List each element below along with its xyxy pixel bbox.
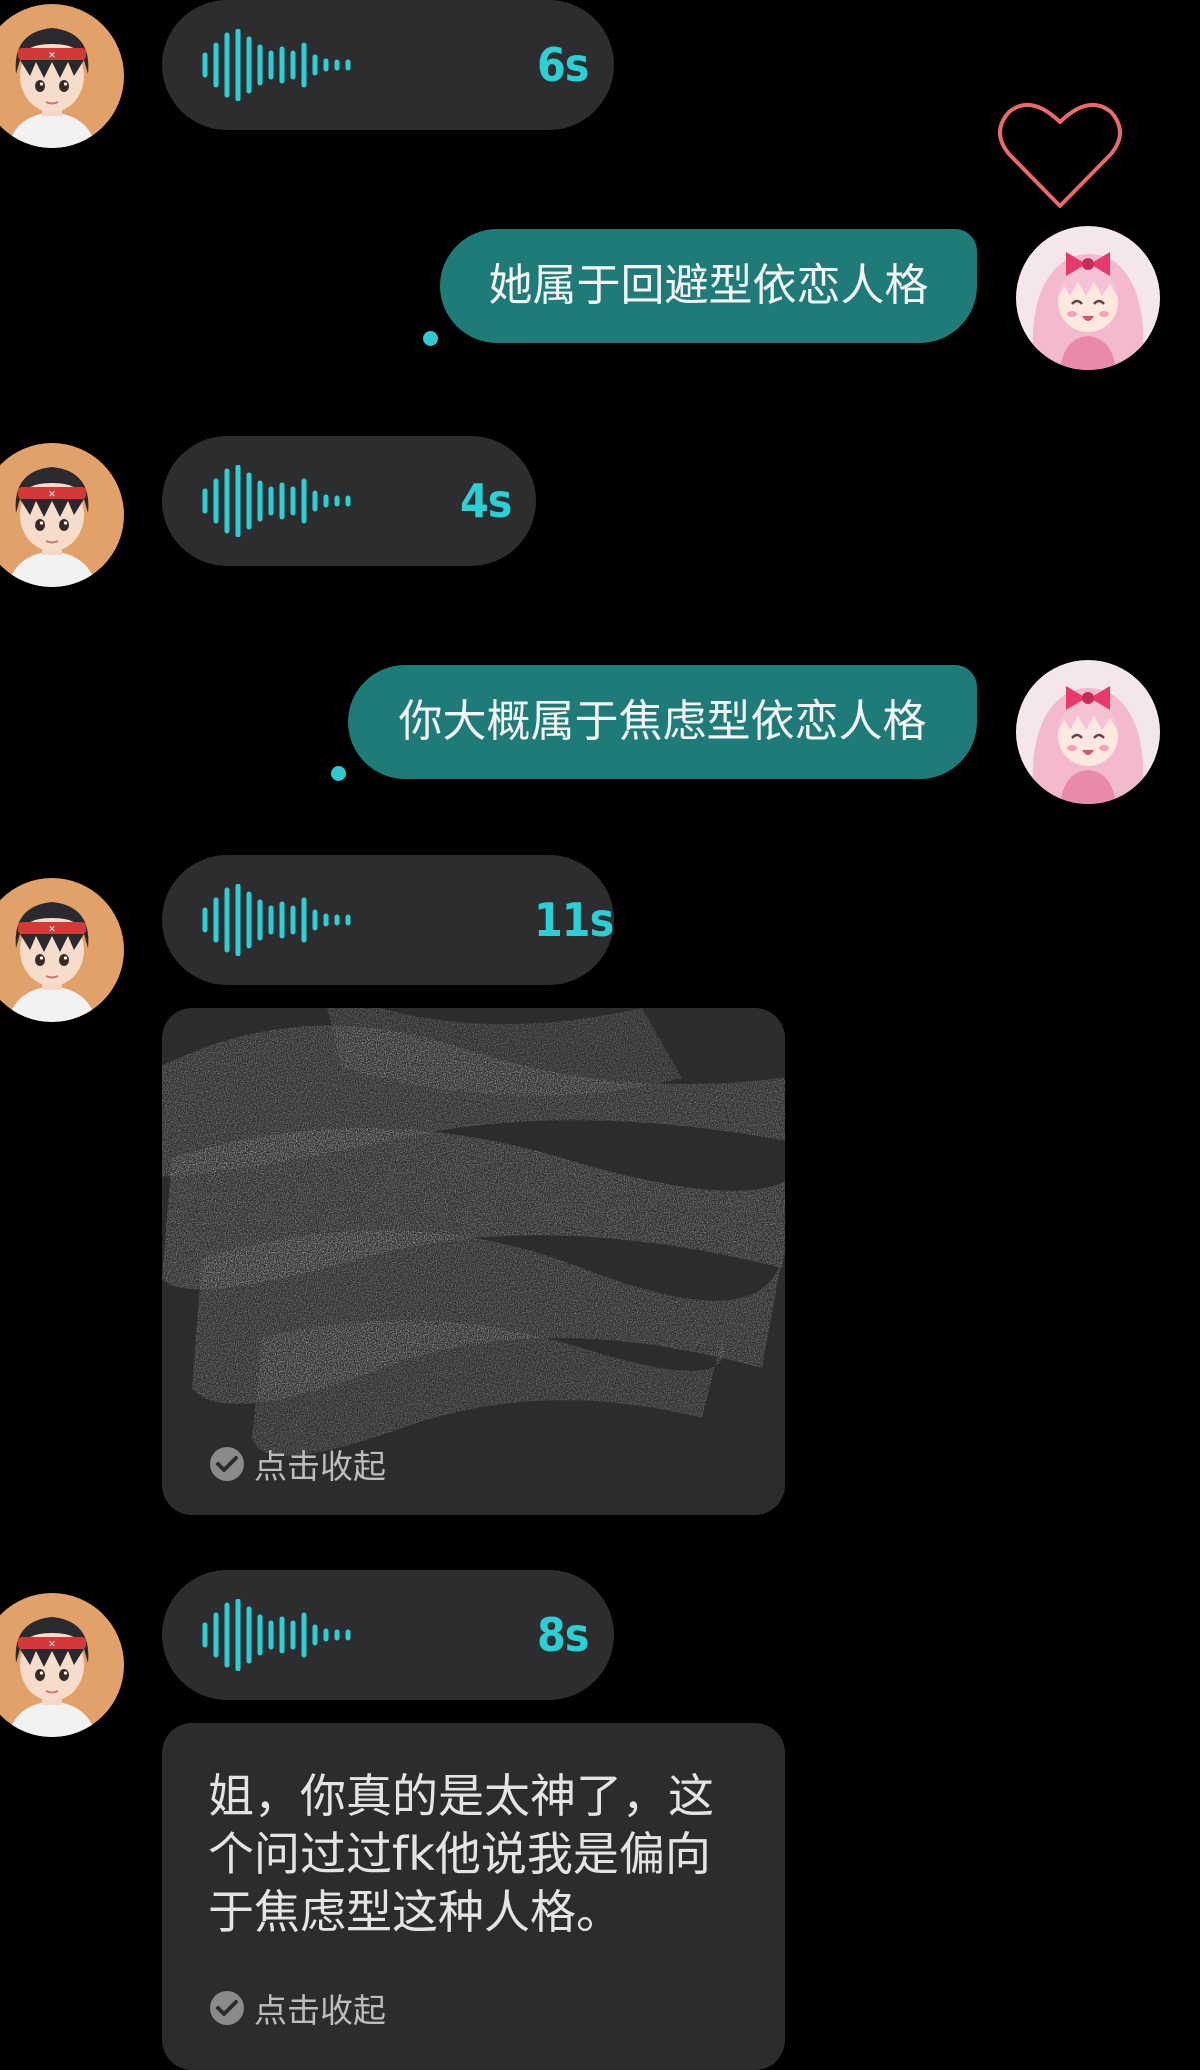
voice-message-bubble[interactable]: 8s [162,1570,614,1700]
voice-duration: 8s [537,1608,589,1662]
voice-waveform-icon [202,29,352,101]
heart-outline-icon[interactable] [995,96,1125,212]
redaction-scribble [162,1008,785,1456]
voice-message-bubble[interactable]: 6s [162,0,614,130]
collapse-transcript-button[interactable]: 点击收起 [208,1988,386,2030]
contact-avatar[interactable] [0,443,124,587]
transcript-text: 姐，你真的是太神了，这个问过过fk他说我是偏向于焦虑型这种人格。 [208,1769,714,1939]
voice-waveform-icon [202,884,352,956]
outgoing-text-bubble[interactable]: 你大概属于焦虑型依恋人格 [348,665,977,779]
read-indicator-dot [331,766,346,781]
voice-message-bubble[interactable]: 4s [162,436,536,566]
my-avatar[interactable] [1016,226,1160,370]
voice-transcript-card-redacted: 点击收起 [162,1008,785,1515]
outgoing-text-bubble[interactable]: 她属于回避型依恋人格 [440,229,977,343]
voice-duration: 4s [460,474,512,528]
contact-avatar[interactable] [0,1593,124,1737]
voice-duration: 11s [534,893,614,947]
check-circle-icon [208,1989,246,2027]
voice-message-bubble[interactable]: 11s [162,855,614,985]
voice-transcript-card: 姐，你真的是太神了，这个问过过fk他说我是偏向于焦虑型这种人格。 点击收起 [162,1723,785,2070]
contact-avatar[interactable] [0,878,124,1022]
contact-avatar[interactable] [0,4,124,148]
read-indicator-dot [423,331,438,346]
my-avatar[interactable] [1016,660,1160,804]
voice-waveform-icon [202,1599,352,1671]
voice-duration: 6s [537,38,589,92]
voice-waveform-icon [202,465,352,537]
collapse-label: 点击收起 [254,1447,386,1486]
collapse-label: 点击收起 [254,1991,386,2030]
collapse-transcript-button[interactable]: 点击收起 [208,1444,386,1486]
check-circle-icon [208,1445,246,1483]
